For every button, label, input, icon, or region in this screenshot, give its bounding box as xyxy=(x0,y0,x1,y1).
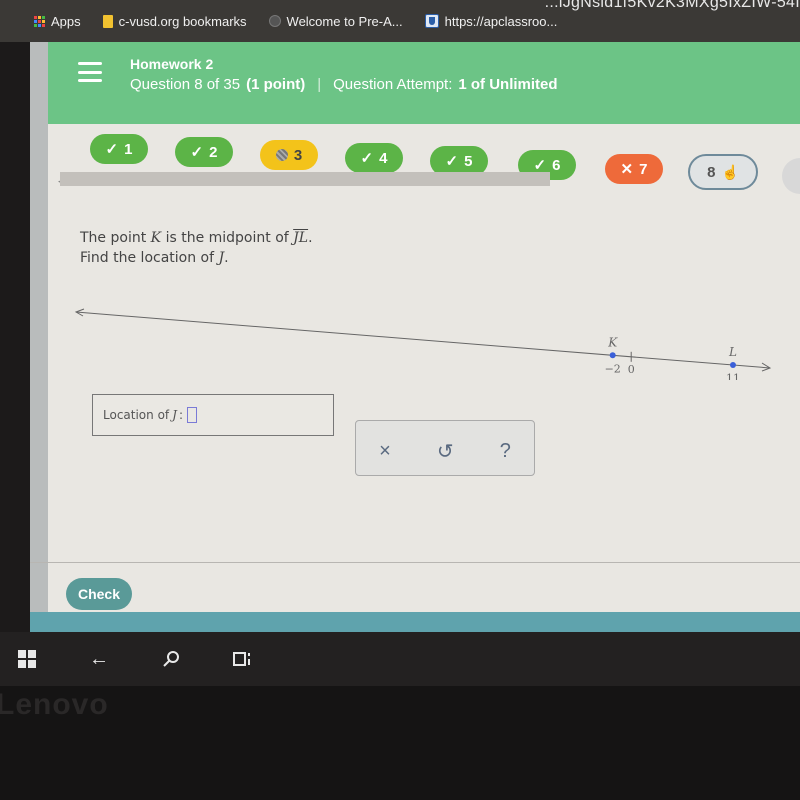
question-pill-3[interactable]: 3 xyxy=(260,140,318,170)
location-of-j-input[interactable] xyxy=(187,407,197,423)
question-pill-1[interactable]: ✓ 1 xyxy=(90,134,148,164)
text: . xyxy=(224,250,229,266)
device-brand-logo: Lenovo xyxy=(0,688,109,721)
segment-jl: JL xyxy=(293,230,309,246)
task-view-icon[interactable] xyxy=(230,646,256,672)
attempt-value: 1 of Unlimited xyxy=(458,76,558,93)
text: . xyxy=(308,230,313,246)
number-line-axis xyxy=(75,311,771,369)
apps-grid-icon xyxy=(34,15,45,27)
bookmark-folder-cvusd[interactable]: c-vusd.org bookmarks xyxy=(102,13,247,29)
side-strip xyxy=(30,42,48,632)
question-navigation: ✓ 1 ✓ 2 3 ✓ 4 ✓ 5 ✓ 6 ✕ 7 8 ☝ xyxy=(70,134,800,194)
origin-tick-label: 0 xyxy=(628,363,635,376)
x-icon: ✕ xyxy=(620,161,634,178)
taskbar: ← xyxy=(0,632,800,686)
question-pill-8[interactable]: 8 ☝ xyxy=(688,154,758,190)
pill-number: 6 xyxy=(552,156,561,174)
partial-credit-icon xyxy=(275,149,288,161)
variable-k: K xyxy=(150,230,162,246)
hamburger-icon-line xyxy=(78,70,102,74)
bookmark-apclassroom[interactable]: https://apclassroo... xyxy=(424,13,558,29)
bookmark-label: https://apclassroo... xyxy=(444,13,558,29)
number-line: 0 K −2 L 11 xyxy=(74,308,772,380)
bookmarks-bar: Apps c-vusd.org bookmarks Welcome to Pre… xyxy=(0,0,800,42)
text: Find the location of xyxy=(80,250,219,266)
folder-icon xyxy=(102,14,113,28)
search-icon[interactable] xyxy=(158,646,184,672)
point-l-value: 11 xyxy=(726,372,740,380)
pill-number: 4 xyxy=(379,149,388,167)
question-pill-7[interactable]: ✕ 7 xyxy=(605,154,663,184)
homework-header: Homework 2 Question 8 of 35 (1 point) | … xyxy=(48,42,800,124)
answer-colon: : xyxy=(178,408,183,422)
pill-number: 7 xyxy=(639,160,648,178)
question-line-2: Find the location of J. xyxy=(80,248,313,268)
back-arrow-icon[interactable]: ← xyxy=(86,646,112,672)
answer-variable: J xyxy=(172,408,177,422)
answer-area: Location of J : xyxy=(92,394,334,436)
shield-icon xyxy=(424,14,439,28)
bookmark-label: c-vusd.org bookmarks xyxy=(118,13,247,29)
hamburger-icon-line xyxy=(78,62,102,65)
laptop-bezel xyxy=(0,686,800,800)
hamburger-icon-line xyxy=(78,79,102,82)
answer-tools: × ↺ ? xyxy=(355,420,535,476)
homework-page: Homework 2 Question 8 of 35 (1 point) | … xyxy=(30,42,800,632)
undo-button[interactable]: ↺ xyxy=(437,439,454,464)
text: The point xyxy=(80,230,151,246)
pill-number: 3 xyxy=(293,146,303,164)
answer-label: Location of xyxy=(103,408,170,422)
pill-number: 2 xyxy=(209,143,218,161)
pill-number: 1 xyxy=(124,140,133,158)
menu-button[interactable] xyxy=(78,62,102,82)
check-icon: ✓ xyxy=(445,153,459,170)
check-button[interactable]: Check xyxy=(66,578,132,610)
question-info: Question 8 of 35 (1 point) | Question At… xyxy=(130,76,558,93)
point-k xyxy=(609,352,616,359)
hand-cursor-icon: ☝ xyxy=(721,163,739,180)
separator: | xyxy=(317,76,322,93)
attempt-label: Question Attempt: xyxy=(333,76,453,93)
question-points: (1 point) xyxy=(246,76,306,93)
check-icon: ✓ xyxy=(360,150,374,167)
windows-start-icon[interactable] xyxy=(14,646,40,672)
point-k-label: K xyxy=(607,335,618,349)
check-icon: ✓ xyxy=(105,141,119,158)
question-position: Question 8 of 35 xyxy=(130,76,241,93)
bookmark-label: Welcome to Pre-A... xyxy=(286,13,403,29)
question-pill-4[interactable]: ✓ 4 xyxy=(345,143,403,173)
help-button[interactable]: ? xyxy=(500,440,511,463)
bookmark-apps[interactable]: Apps xyxy=(34,14,81,29)
footer-bar xyxy=(30,612,800,634)
question-pill-2[interactable]: ✓ 2 xyxy=(175,137,233,167)
text: is the midpoint of xyxy=(161,230,294,246)
homework-title: Homework 2 xyxy=(130,56,214,72)
question-text: The point K is the midpoint of JL. Find … xyxy=(80,228,313,268)
point-k-value: −2 xyxy=(605,362,621,375)
bookmark-label: Apps xyxy=(51,13,81,29)
clear-button[interactable]: × xyxy=(379,440,391,463)
point-l xyxy=(729,362,736,369)
globe-icon xyxy=(268,15,281,27)
divider xyxy=(30,562,800,563)
question-nav-scrollbar[interactable] xyxy=(60,172,550,186)
address-bar-url[interactable]: ...iJgNsid1f5Kv2K3MXg5IxZIW-54I xyxy=(545,0,800,12)
bookmark-welcome[interactable]: Welcome to Pre-A... xyxy=(268,13,403,29)
pill-number: 8 xyxy=(707,163,716,181)
question-line-1: The point K is the midpoint of JL. xyxy=(80,228,313,248)
point-l-label: L xyxy=(728,345,737,359)
question-pill-next[interactable] xyxy=(782,158,800,194)
pill-number: 5 xyxy=(464,152,473,170)
check-icon: ✓ xyxy=(190,144,204,161)
